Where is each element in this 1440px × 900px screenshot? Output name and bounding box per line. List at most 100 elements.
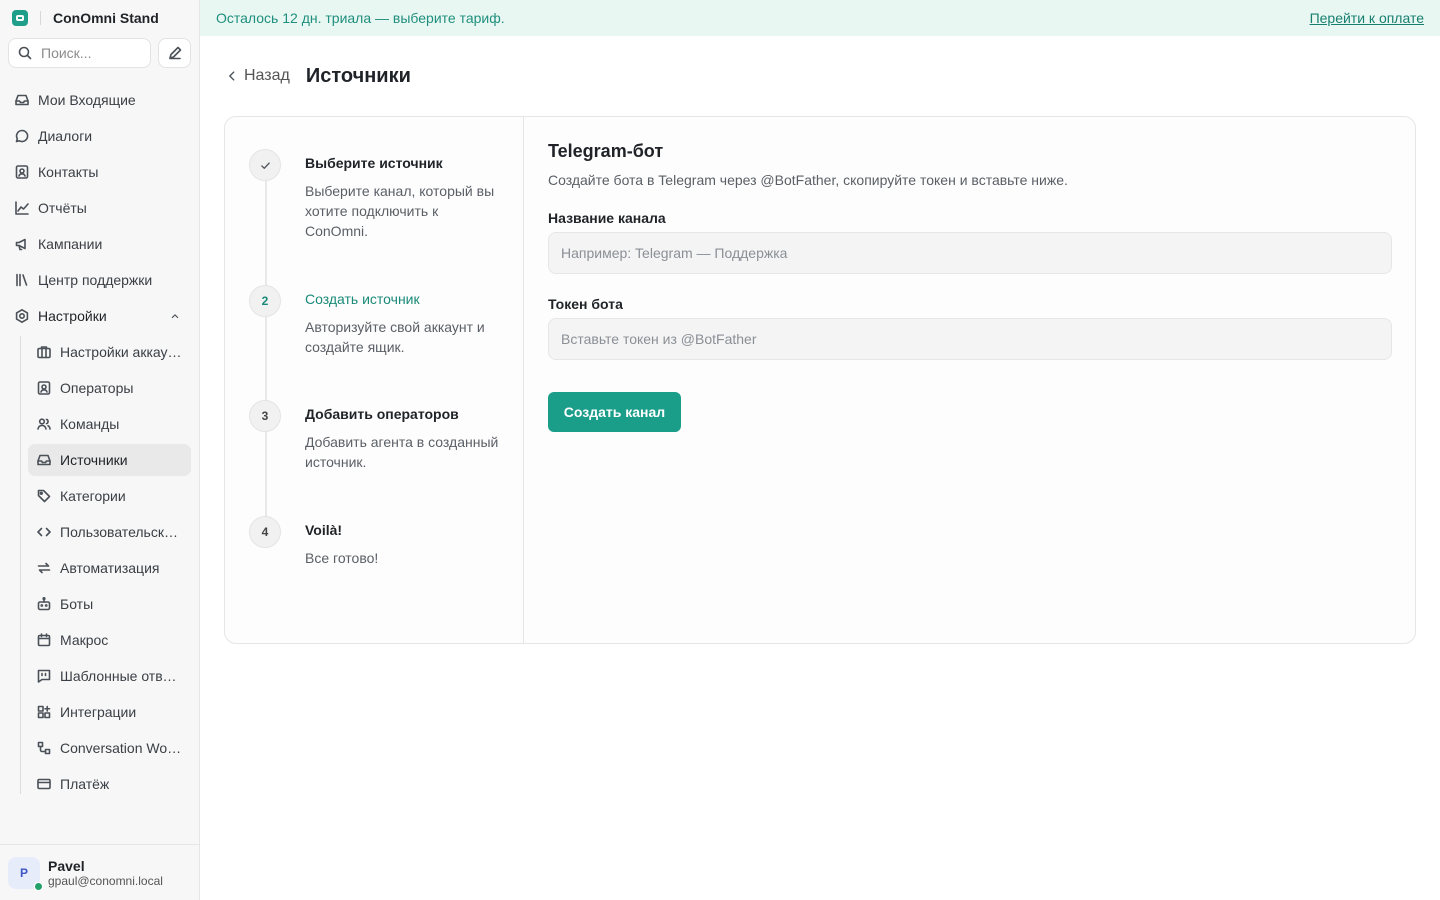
nav-item-settings[interactable]: Настройки — [8, 300, 191, 332]
sidebar-item-operators[interactable]: Операторы — [28, 372, 191, 404]
sidebar-item-conversation-workflows[interactable]: Conversation Workflows — [28, 732, 191, 764]
step-description: Все готово! — [305, 550, 379, 566]
settings-icon — [14, 308, 30, 324]
search-box[interactable] — [8, 38, 151, 68]
nav-item-contacts[interactable]: Контакты — [8, 156, 191, 188]
chart-icon — [14, 200, 30, 216]
wizard-step: 3 Добавить операторов Добавить агента в … — [249, 400, 499, 516]
step-marker — [249, 149, 281, 181]
brand: ConOmni Stand — [0, 0, 199, 36]
inbox-icon — [36, 452, 52, 468]
step-title: Выберите источник — [305, 155, 443, 171]
sidebar-item-label: Боты — [60, 596, 94, 612]
back-button[interactable]: Назад — [224, 67, 290, 85]
sidebar-item-macros[interactable]: Макрос — [28, 624, 191, 656]
wizard-step: 4 Voilà! Все готово! — [249, 516, 499, 568]
form-title: Telegram-бот — [548, 141, 664, 161]
sidebar-item-label: Настройки аккаунта — [60, 344, 182, 360]
bot-icon — [36, 596, 52, 612]
search-icon — [17, 45, 33, 61]
sidebar-item-label: Пользовательские атрибуты — [60, 524, 182, 540]
app-root: ConOmni Stand Мои Входящие Д — [0, 0, 1440, 900]
sidebar-item-integrations[interactable]: Интеграции — [28, 696, 191, 728]
back-label: Назад — [244, 67, 290, 84]
step-marker: 2 — [249, 285, 281, 317]
avatar: P — [8, 856, 43, 891]
sidebar-item-automation[interactable]: Автоматизация — [28, 552, 191, 584]
sidebar-item-label: Шаблонные ответы — [60, 668, 182, 684]
wizard-step: 2 Создать источник Авторизуйте свой акка… — [249, 285, 499, 400]
nav-item-help-center[interactable]: Центр поддержки — [8, 264, 191, 296]
step-description: Авторизуйте свой аккаунт и создайте ящик… — [305, 319, 485, 355]
nav-item-reports[interactable]: Отчёты — [8, 192, 191, 224]
online-status-dot — [34, 881, 43, 891]
sidebar-item-canned-responses[interactable]: Шаблонные ответы — [28, 660, 191, 692]
sidebar-item-label: Макрос — [60, 632, 109, 648]
brand-logo-icon — [12, 10, 28, 26]
sidebar-item-sources[interactable]: Источники — [28, 444, 191, 476]
sidebar-item-label: Автоматизация — [60, 560, 160, 576]
compose-button[interactable] — [158, 38, 191, 68]
sidebar-item-custom-attributes[interactable]: Пользовательские атрибуты — [28, 516, 191, 548]
step-description: Выберите канал, который вы хотите подклю… — [305, 183, 495, 239]
sidebar-item-label: Conversation Workflows — [60, 740, 182, 756]
search-input[interactable] — [41, 45, 141, 61]
step-marker: 3 — [249, 400, 281, 432]
user-email: gpaul@conomni.local — [48, 873, 163, 888]
library-icon — [14, 272, 30, 288]
bot-token-label: Токен бота — [548, 296, 623, 312]
sidebar-item-categories[interactable]: Категории — [28, 480, 191, 512]
nav-item-dialogs[interactable]: Диалоги — [8, 120, 191, 152]
channel-name-field — [548, 232, 1392, 274]
wizard-step: Выберите источник Выберите канал, которы… — [249, 149, 499, 285]
sidebar-item-label: Операторы — [60, 380, 134, 396]
chat-icon — [14, 128, 30, 144]
quote-icon — [36, 668, 52, 684]
step-marker: 4 — [249, 516, 281, 548]
step-description: Добавить агента в созданный источник. — [305, 434, 499, 470]
card-icon — [36, 776, 52, 792]
step-connector-line — [265, 432, 267, 526]
step-connector-line — [265, 317, 267, 410]
check-icon — [257, 157, 273, 173]
contact-icon — [14, 164, 30, 180]
nav-item-label: Настройки — [38, 308, 107, 324]
trial-banner: Осталось 12 дн. триала — выберите тариф.… — [200, 0, 1440, 36]
nav-item-label: Кампании — [38, 236, 103, 252]
go-to-payment-link[interactable]: Перейти к оплате — [1310, 10, 1424, 26]
user-profile[interactable]: P Pavel gpaul@conomni.local — [0, 844, 199, 900]
bot-token-input[interactable] — [549, 319, 1391, 359]
step-title: Добавить операторов — [305, 406, 459, 422]
tag-icon — [36, 488, 52, 504]
sidebar-item-teams[interactable]: Команды — [28, 408, 191, 440]
step-title: Создать источник — [305, 291, 420, 307]
inbox-icon — [14, 92, 30, 108]
search-row — [0, 36, 199, 68]
calendar-icon — [36, 632, 52, 648]
sidebar-item-label: Платёж — [60, 776, 110, 792]
sidebar-item-bots[interactable]: Боты — [28, 588, 191, 620]
megaphone-icon — [14, 236, 30, 252]
create-channel-button[interactable]: Создать канал — [548, 392, 681, 432]
channel-name-label: Название канала — [548, 210, 666, 226]
sidebar-item-billing[interactable]: Платёж — [28, 768, 191, 800]
nav-item-inbox[interactable]: Мои Входящие — [8, 84, 191, 116]
user-name: Pavel — [48, 857, 85, 874]
sidebar-item-account-settings[interactable]: Настройки аккаунта — [28, 336, 191, 368]
nav-item-label: Мои Входящие — [38, 92, 136, 108]
sidebar-item-label: Источники — [60, 452, 128, 468]
trial-banner-text: Осталось 12 дн. триала — выберите тариф. — [216, 10, 505, 26]
wizard-steps: Выберите источник Выберите канал, которы… — [225, 117, 524, 643]
main-content: Осталось 12 дн. триала — выберите тариф.… — [200, 0, 1440, 900]
sidebar: ConOmni Stand Мои Входящие Д — [0, 0, 200, 900]
arrows-icon — [36, 560, 52, 576]
code-icon — [36, 524, 52, 540]
telegram-bot-form: Telegram-бот Создайте бота в Telegram че… — [524, 117, 1416, 643]
nav-item-campaigns[interactable]: Кампании — [8, 228, 191, 260]
workflow-icon — [36, 740, 52, 756]
page-title: Источники — [305, 64, 411, 87]
grid-plus-icon — [36, 704, 52, 720]
nav-item-label: Диалоги — [38, 128, 93, 144]
channel-name-input[interactable] — [549, 233, 1391, 273]
chevron-up-icon[interactable] — [167, 308, 183, 324]
